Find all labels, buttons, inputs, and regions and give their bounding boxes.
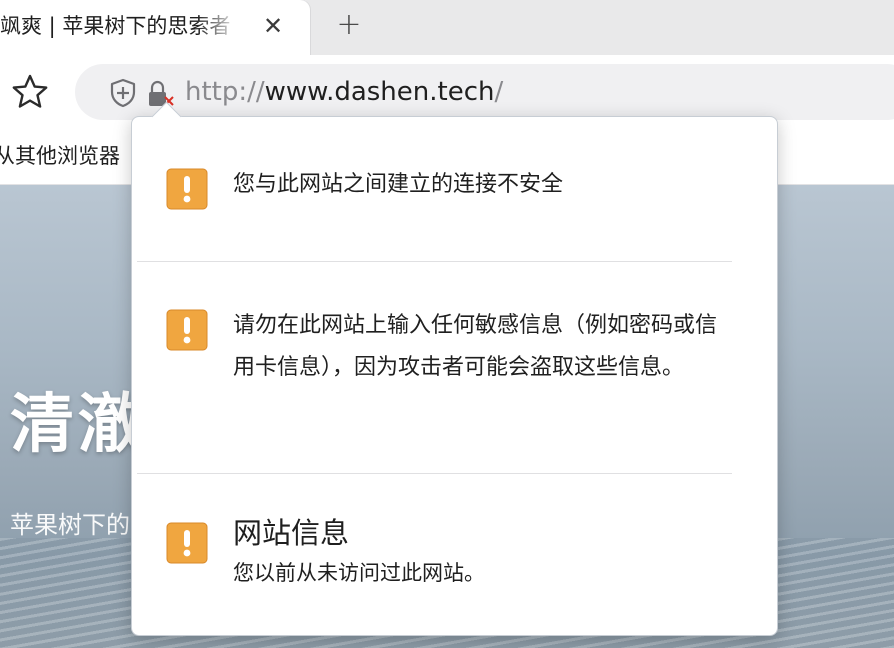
browser-window: 飒爽 | 苹果树下的思索者 ✕ + http://www.dashen.tech… — [0, 0, 894, 648]
hero-title: 清澈 — [10, 388, 146, 462]
url-host: www.dashen.tech — [264, 77, 495, 107]
new-tab-button[interactable]: + — [334, 10, 364, 40]
sensitive-info-warning-text: 请勿在此网站上输入任何敏感信息（例如密码或信用卡信息），因为攻击者可能会盗取这些… — [233, 313, 718, 380]
site-info-row[interactable]: 网站信息 您以前从未访问过此网站。 — [132, 475, 777, 635]
shield-icon[interactable] — [109, 78, 137, 108]
url-scheme: http:// — [185, 77, 265, 107]
tab-close-icon[interactable]: ✕ — [260, 13, 286, 39]
connection-warning-row: 您与此网站之间建立的连接不安全 — [132, 117, 777, 262]
address-bar[interactable]: http://www.dashen.tech/ — [75, 64, 894, 120]
warning-icon — [166, 522, 208, 564]
divider — [137, 473, 732, 474]
hero-subtitle: 苹果树下的 — [10, 511, 130, 539]
connection-warning-text: 您与此网站之间建立的连接不安全 — [233, 172, 564, 197]
warning-icon — [166, 168, 208, 210]
bookmark-import-from-other-browser[interactable]: 从其他浏览器 — [0, 142, 120, 170]
tab-strip: 飒爽 | 苹果树下的思索者 ✕ + — [0, 0, 894, 55]
site-info-heading: 网站信息 — [233, 516, 350, 550]
divider — [137, 261, 732, 262]
site-info-text: 您以前从未访问过此网站。 — [233, 561, 485, 585]
site-identity-popup: 您与此网站之间建立的连接不安全 请勿在此网站上输入任何敏感信息（例如密码或信用卡… — [131, 101, 778, 636]
url-path: / — [494, 77, 504, 107]
lock-insecure-icon[interactable] — [147, 79, 175, 109]
star-icon[interactable] — [10, 72, 50, 112]
sensitive-info-warning-row: 请勿在此网站上输入任何敏感信息（例如密码或信用卡信息），因为攻击者可能会盗取这些… — [132, 263, 777, 474]
tab-title: 飒爽 | 苹果树下的思索者 — [0, 14, 231, 38]
url-text[interactable]: http://www.dashen.tech/ — [185, 77, 503, 107]
warning-icon — [166, 309, 208, 351]
active-tab[interactable]: 飒爽 | 苹果树下的思索者 ✕ — [0, 0, 310, 55]
